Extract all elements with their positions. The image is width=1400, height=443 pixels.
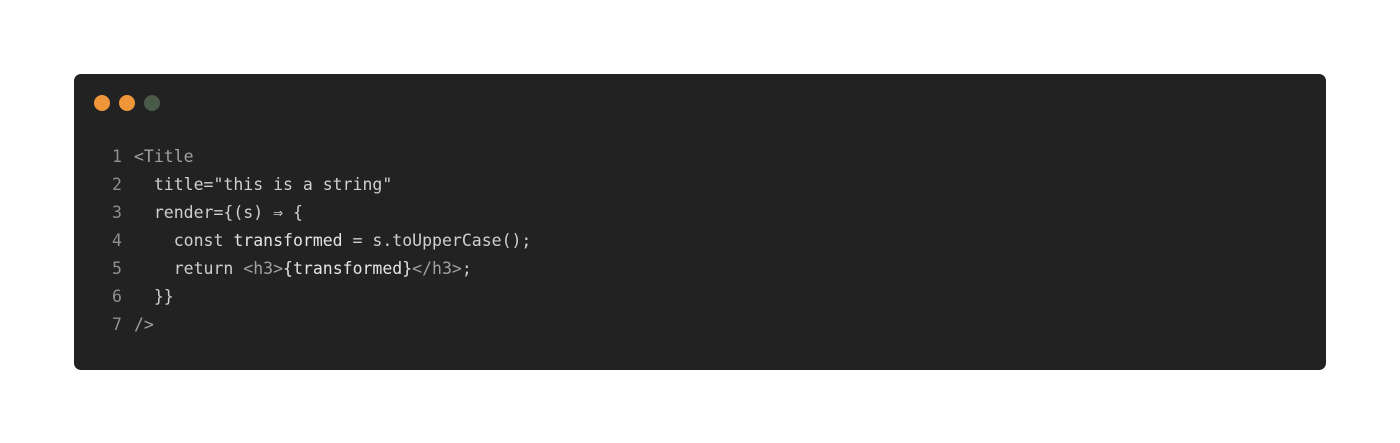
code-line: 6 }} bbox=[112, 283, 531, 311]
code-block: 1 <Title 2 title="this is a string" 3 rende… bbox=[112, 143, 531, 339]
code-line: 3 render={(s) ⇒ { bbox=[112, 199, 531, 227]
code-line: 5 return <h3>{transformed}</h3>; bbox=[112, 255, 531, 283]
code-token: transformed bbox=[233, 231, 343, 250]
line-content: render={(s) ⇒ { bbox=[134, 199, 303, 227]
code-token: return bbox=[134, 259, 244, 278]
code-token: ; bbox=[461, 259, 472, 278]
close-dot[interactable] bbox=[94, 95, 110, 111]
code-token: <h3> bbox=[243, 259, 284, 278]
code-window: 1 <Title 2 title="this is a string" 3 rende… bbox=[74, 74, 1326, 370]
line-number: 7 bbox=[112, 315, 122, 334]
code-token: }} bbox=[134, 287, 174, 306]
code-token: <Title bbox=[134, 147, 194, 166]
code-line: 2 title="this is a string" bbox=[112, 171, 531, 199]
line-content: return <h3>{transformed}</h3>; bbox=[134, 255, 472, 283]
code-line: 4 const transformed = s.toUpperCase(); bbox=[112, 227, 531, 255]
code-token: render={(s) ⇒ { bbox=[134, 203, 303, 222]
code-token: {transformed} bbox=[283, 259, 413, 278]
line-number: 3 bbox=[112, 203, 122, 222]
line-content: <Title bbox=[134, 143, 194, 171]
maximize-dot[interactable] bbox=[144, 95, 160, 111]
line-number: 4 bbox=[112, 231, 122, 250]
code-token: /> bbox=[134, 315, 154, 334]
line-number: 6 bbox=[112, 287, 122, 306]
line-number: 1 bbox=[112, 147, 122, 166]
line-number: 5 bbox=[112, 259, 122, 278]
code-token: = s.toUpperCase(); bbox=[342, 231, 532, 250]
code-token: title="this is a string" bbox=[134, 175, 393, 194]
code-line: 1 <Title bbox=[112, 143, 531, 171]
window-controls bbox=[94, 95, 160, 111]
code-token: </h3> bbox=[412, 259, 462, 278]
line-content: /> bbox=[134, 311, 154, 339]
code-line: 7 /> bbox=[112, 311, 531, 339]
line-content: const transformed = s.toUpperCase(); bbox=[134, 227, 532, 255]
minimize-dot[interactable] bbox=[119, 95, 135, 111]
line-content: }} bbox=[134, 283, 174, 311]
code-token: const bbox=[134, 231, 234, 250]
line-number: 2 bbox=[112, 175, 122, 194]
line-content: title="this is a string" bbox=[134, 171, 392, 199]
